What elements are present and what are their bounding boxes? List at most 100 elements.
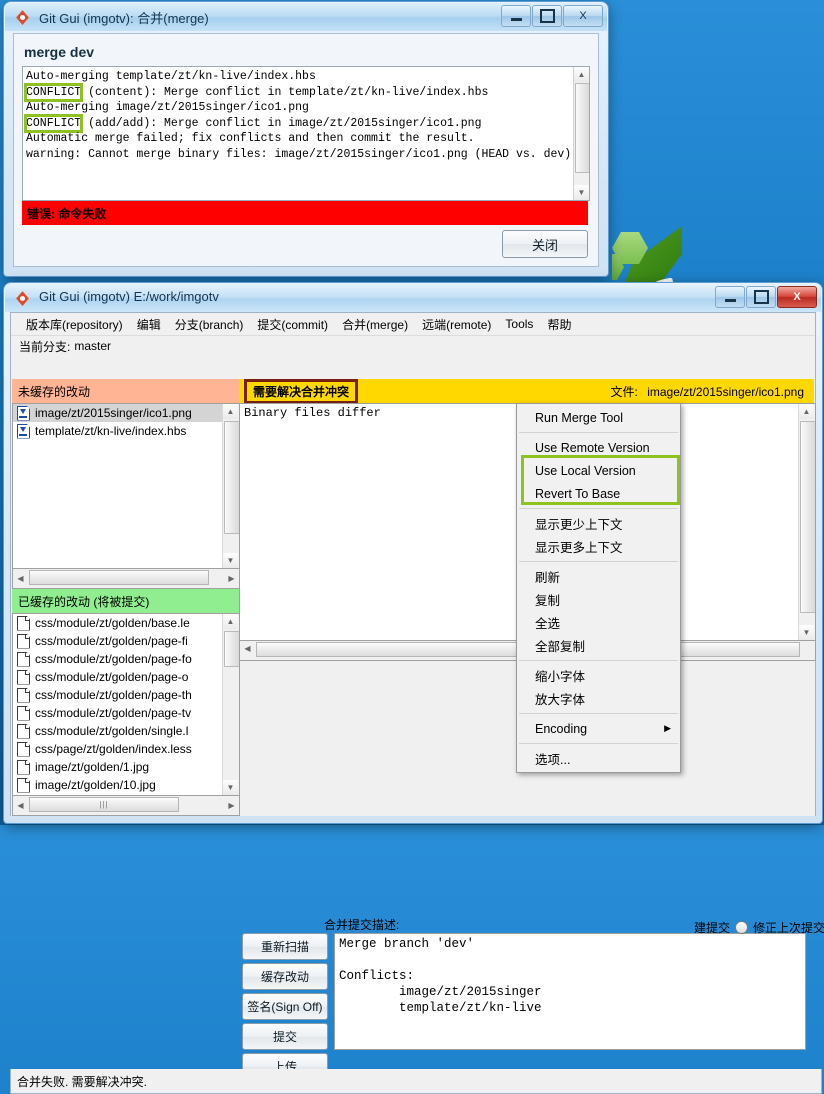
context-menu-item-label: Encoding: [535, 722, 587, 736]
context-menu-item[interactable]: 全选: [517, 611, 680, 634]
merge-output-line-3: Auto-merging image/zt/2015singer/ico1.pn…: [26, 101, 309, 114]
context-menu-item[interactable]: 显示更少上下文: [517, 512, 680, 535]
diff-vertical-scrollbar[interactable]: ▲ ▼: [798, 404, 815, 640]
context-menu-item[interactable]: Encoding ▶: [517, 717, 680, 740]
scroll-left-icon[interactable]: ◀: [13, 798, 28, 813]
merge-output-line-2: (content): Merge conflict in template/zt…: [81, 86, 488, 99]
staged-changes-header: 已缓存的改动 (将被提交): [12, 589, 244, 613]
staged-changes-label: 已缓存的改动 (将被提交): [18, 593, 149, 610]
scroll-right-icon[interactable]: ▶: [224, 571, 239, 586]
staged-file-list[interactable]: css/module/zt/golden/base.lecss/module/z…: [12, 613, 240, 796]
close-button[interactable]: X: [777, 286, 817, 308]
close-button[interactable]: X: [563, 5, 603, 27]
merge-dialog-body: merge dev Auto-merging template/zt/kn-li…: [13, 33, 599, 267]
unstaged-list-vertical-scrollbar[interactable]: ▲ ▼: [222, 404, 239, 568]
merge-dialog-titlebar[interactable]: Git Gui (imgotv): 合并(merge) X: [5, 3, 607, 31]
diff-context-menu[interactable]: Run Merge Tool Use Remote VersionUse Loca…: [516, 403, 681, 773]
scroll-up-icon[interactable]: ▲: [799, 404, 814, 419]
scrollbar-thumb[interactable]: [29, 570, 209, 585]
list-item[interactable]: css/module/zt/golden/page-tv: [13, 704, 239, 722]
merge-output-vertical-scrollbar[interactable]: ▲ ▼: [573, 67, 589, 200]
context-menu-item[interactable]: 缩小字体: [517, 664, 680, 687]
context-menu-item[interactable]: 刷新: [517, 565, 680, 588]
merge-output-line-6: warning: Cannot merge binary files: imag…: [26, 148, 571, 161]
list-item[interactable]: image/zt/golden/10.jpg: [13, 776, 239, 794]
maximize-button[interactable]: [746, 286, 776, 308]
scroll-left-icon[interactable]: ◀: [13, 571, 28, 586]
context-menu-item[interactable]: Run Merge Tool: [517, 406, 680, 429]
merge-output-console[interactable]: Auto-merging template/zt/kn-live/index.h…: [22, 66, 590, 201]
main-window-titlebar[interactable]: Git Gui (imgotv) E:/work/imgotv X: [5, 284, 821, 312]
merge-error-text: 错误: 命令失败: [22, 205, 106, 222]
scroll-right-icon[interactable]: ▶: [224, 798, 239, 813]
scroll-up-icon[interactable]: ▲: [223, 404, 238, 419]
list-item[interactable]: css/page/zt/golden/index.less: [13, 740, 239, 758]
scroll-up-icon[interactable]: ▲: [223, 614, 238, 629]
list-item[interactable]: css/module/zt/golden/page-o: [13, 668, 239, 686]
scroll-down-icon[interactable]: ▼: [574, 185, 589, 200]
scrollbar-thumb[interactable]: [575, 83, 590, 173]
scrollbar-thumb[interactable]: |||: [29, 797, 179, 812]
scrollbar-thumb[interactable]: [224, 421, 240, 534]
list-item-label: css/page/zt/golden/index.less: [35, 742, 192, 756]
scrollbar-thumb[interactable]: [224, 631, 240, 667]
chevron-right-icon: ▶: [664, 723, 671, 734]
scroll-up-icon[interactable]: ▲: [574, 67, 589, 82]
staged-list-vertical-scrollbar[interactable]: ▲ ▼: [222, 614, 239, 795]
context-menu-item[interactable]: 显示更多上下文: [517, 535, 680, 558]
rescan-button[interactable]: 重新扫描: [242, 933, 328, 960]
context-menu-item[interactable]: Use Local Version: [517, 459, 680, 482]
unstaged-list-horizontal-scrollbar[interactable]: ◀ ▶: [12, 568, 240, 589]
menu-item-commit[interactable]: 提交(commit): [250, 314, 335, 335]
list-item[interactable]: css/module/zt/golden/base.le: [13, 614, 239, 632]
scroll-down-icon[interactable]: ▼: [223, 780, 238, 795]
list-item-label: css/module/zt/golden/single.l: [35, 724, 188, 738]
merge-dialog-window: Git Gui (imgotv): 合并(merge) X merge dev …: [4, 2, 608, 276]
menu-item-edit[interactable]: 编辑: [130, 314, 168, 335]
scrollbar-thumb[interactable]: [800, 421, 816, 613]
menu-item-help[interactable]: 帮助: [540, 314, 578, 335]
staged-list-horizontal-scrollbar[interactable]: ◀ ||| ▶: [12, 795, 240, 816]
context-menu-item[interactable]: 全部复制: [517, 634, 680, 657]
radio-new-commit-label[interactable]: 建提交: [694, 919, 730, 936]
list-item[interactable]: css/module/zt/golden/page-fi: [13, 632, 239, 650]
list-item-label: image/zt/golden/10.jpg: [35, 778, 156, 792]
list-item[interactable]: image/zt/golden/1.jpg: [13, 758, 239, 776]
scroll-down-icon[interactable]: ▼: [799, 625, 814, 640]
sign-off-button[interactable]: 签名(Sign Off): [242, 993, 328, 1020]
staged-rows-container: css/module/zt/golden/base.lecss/module/z…: [13, 614, 239, 796]
menu-item-remote[interactable]: 远端(remote): [415, 314, 498, 335]
context-menu-item[interactable]: Use Remote Version: [517, 436, 680, 459]
list-item-label: image/zt/golden/1.jpg: [35, 760, 149, 774]
git-gui-app-icon: [14, 9, 31, 26]
minimize-button[interactable]: [501, 5, 531, 27]
minimize-button[interactable]: [715, 286, 745, 308]
list-item[interactable]: css/module/zt/golden/page-fo: [13, 650, 239, 668]
stage-changed-button[interactable]: 缓存改动: [242, 963, 328, 990]
scroll-down-icon[interactable]: ▼: [223, 553, 238, 568]
maximize-button[interactable]: [532, 5, 562, 27]
context-menu-item[interactable]: 放大字体: [517, 687, 680, 710]
scroll-left-icon[interactable]: ◀: [240, 641, 255, 656]
commit-button[interactable]: 提交: [242, 1023, 328, 1050]
radio-amend-commit-label[interactable]: 修正上次提交: [753, 919, 824, 936]
context-menu-item-label: 显示更多上下文: [535, 537, 623, 556]
commit-mode-radio-group: 建提交 修正上次提交: [694, 919, 824, 936]
unstaged-file-list[interactable]: image/zt/2015singer/ico1.png template/zt…: [12, 403, 240, 569]
menu-item-repository[interactable]: 版本库(repository): [19, 314, 130, 335]
menu-item-branch[interactable]: 分支(branch): [168, 314, 251, 335]
list-item[interactable]: template/zt/kn-live/index.hbs: [13, 422, 239, 440]
context-menu-item[interactable]: Revert To Base: [517, 482, 680, 505]
file-icon: [17, 778, 30, 793]
radio-amend-commit[interactable]: [735, 921, 748, 934]
context-menu-item[interactable]: 复制: [517, 588, 680, 611]
list-item[interactable]: image/zt/2015singer/ico1.png: [13, 404, 239, 422]
menu-item-tools[interactable]: Tools: [498, 315, 540, 333]
commit-message-input[interactable]: Merge branch 'dev' Conflicts: image/zt/2…: [334, 933, 806, 1050]
list-item[interactable]: css/module/zt/golden/page-th: [13, 686, 239, 704]
list-item[interactable]: css/module/zt/golden/single.l: [13, 722, 239, 740]
merge-close-button[interactable]: 关闭: [502, 230, 588, 258]
menu-item-merge[interactable]: 合并(merge): [335, 314, 415, 335]
context-menu-item[interactable]: 选项...: [517, 747, 680, 770]
file-icon: [17, 634, 30, 649]
